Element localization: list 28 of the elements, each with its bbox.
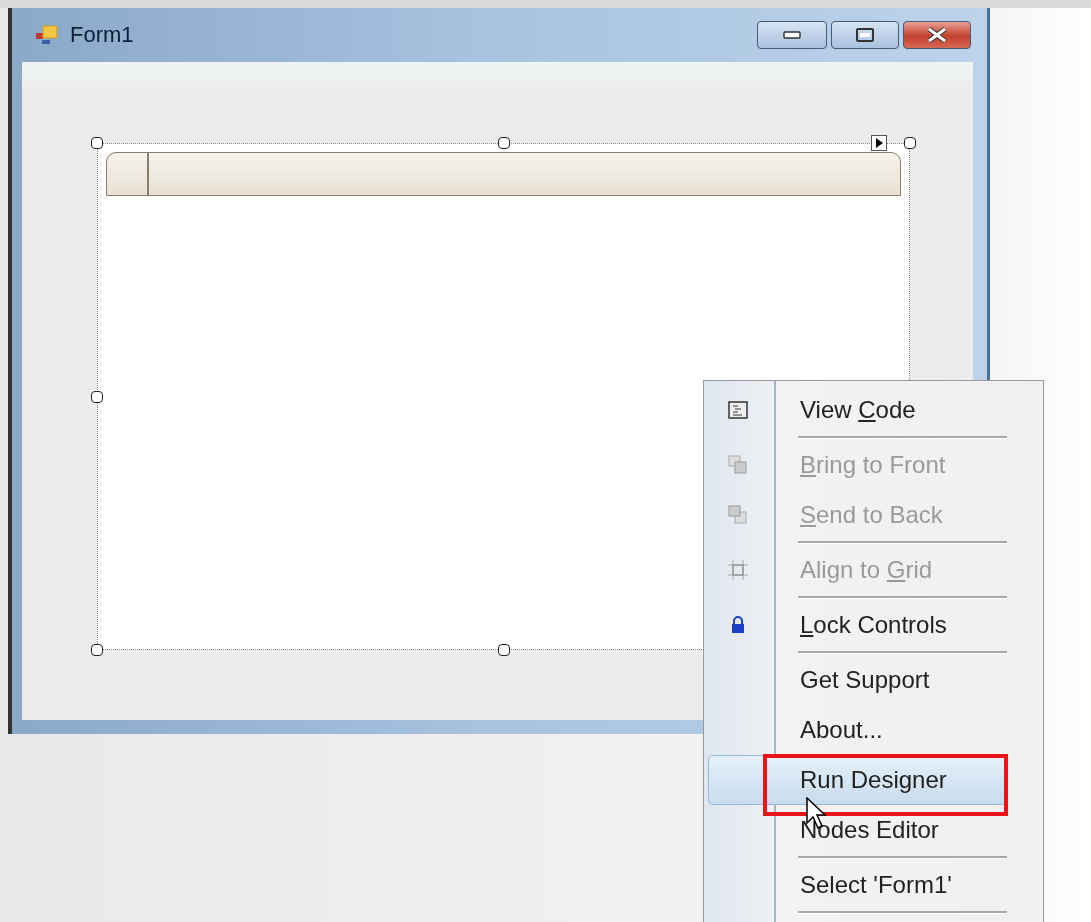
- close-button[interactable]: [903, 21, 971, 49]
- menu-item[interactable]: Run Designer: [708, 755, 1007, 805]
- triangle-icon: [875, 138, 883, 148]
- resize-handle[interactable]: [904, 137, 916, 149]
- close-icon: [926, 27, 948, 43]
- resize-handle[interactable]: [497, 137, 510, 149]
- lock-icon: [731, 616, 745, 634]
- menu-item[interactable]: Lock Controls: [708, 600, 1039, 650]
- align-to-grid-icon: [728, 560, 748, 580]
- minimize-button[interactable]: [757, 21, 827, 49]
- menu-item[interactable]: Select 'Form1': [708, 860, 1039, 910]
- resize-handle[interactable]: [497, 644, 510, 656]
- minimize-icon: [783, 31, 801, 39]
- form-icon: [36, 25, 58, 45]
- maximize-button[interactable]: [831, 21, 899, 49]
- menu-item[interactable]: About...: [708, 705, 1039, 755]
- smart-tag-button[interactable]: [871, 135, 887, 151]
- menu-item[interactable]: Get Support: [708, 655, 1039, 705]
- menu-item[interactable]: Nodes Editor: [708, 805, 1039, 855]
- code-file-icon: [728, 401, 748, 419]
- menu-item[interactable]: View Code: [708, 385, 1039, 435]
- resize-handle[interactable]: [91, 390, 103, 403]
- send-to-back-icon: [728, 505, 748, 525]
- bring-to-front-icon: [728, 455, 748, 475]
- maximize-icon: [856, 28, 874, 42]
- resize-handle[interactable]: [91, 644, 103, 656]
- resize-handle[interactable]: [91, 137, 103, 149]
- window-title: Form1: [70, 22, 135, 48]
